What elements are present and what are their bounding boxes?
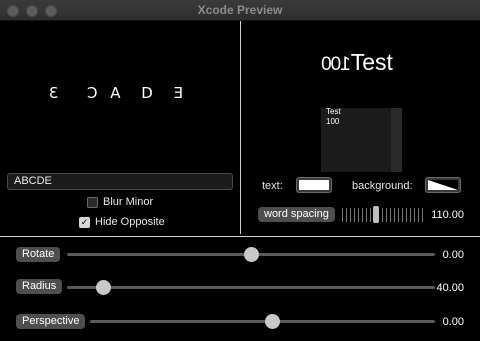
hide-opposite-checkbox[interactable]: ✓ <box>79 216 90 228</box>
word-spacing-button[interactable]: word spacing <box>258 207 335 222</box>
radius-value: 40.00 <box>436 282 464 294</box>
rotate-button[interactable]: Rotate <box>16 247 61 262</box>
radius-slider-track[interactable] <box>67 286 435 289</box>
color-preview-line: Test <box>326 107 341 116</box>
controls-divider <box>0 236 480 237</box>
blur-minor-label: Blur Minor <box>103 196 154 208</box>
rotate-slider-knob[interactable] <box>243 247 259 262</box>
preview-letter: D <box>141 84 161 102</box>
color-preview-line: 100 <box>326 117 340 126</box>
preview-title-mirrored: 100 <box>322 54 351 75</box>
word-spacing-slider[interactable] <box>342 208 426 222</box>
color-preview-text: Test 100 <box>326 107 341 127</box>
preview-title-text: Test <box>350 49 393 75</box>
preview-letter: A <box>110 84 129 102</box>
text-color-label: text: <box>262 180 283 192</box>
preview-letter: C <box>78 84 98 102</box>
preview-title: 100Test <box>322 49 393 76</box>
perspective-slider-track[interactable] <box>90 320 435 323</box>
blur-minor-checkbox-row[interactable]: Blur Minor <box>87 196 153 208</box>
text-preview: Ɛ C A D Ǝ <box>0 84 240 102</box>
text-color-well[interactable] <box>296 177 332 193</box>
word-spacing-slider-knob[interactable] <box>373 206 379 223</box>
title-bar: Xcode Preview <box>0 0 480 21</box>
word-spacing-value: 110.00 <box>431 209 464 221</box>
radius-button[interactable]: Radius <box>16 279 63 294</box>
blur-minor-checkbox[interactable] <box>87 196 98 208</box>
text-input[interactable]: ABCDE <box>7 173 233 190</box>
pane-divider <box>240 21 241 234</box>
perspective-slider-knob[interactable] <box>265 314 281 329</box>
background-color-well[interactable] <box>425 177 461 193</box>
preview-letter: Ɛ <box>48 84 67 102</box>
hide-opposite-label: Hide Opposite <box>95 216 165 228</box>
hide-opposite-checkbox-row[interactable]: ✓ Hide Opposite <box>79 216 165 228</box>
window-title: Xcode Preview <box>197 3 283 17</box>
perspective-value: 0.00 <box>442 316 464 328</box>
perspective-button[interactable]: Perspective <box>16 314 86 329</box>
background-color-label: background: <box>352 180 413 192</box>
radius-slider-knob[interactable] <box>96 280 112 295</box>
rotate-value: 0.00 <box>442 249 464 261</box>
preview-letter: Ǝ <box>173 84 192 102</box>
